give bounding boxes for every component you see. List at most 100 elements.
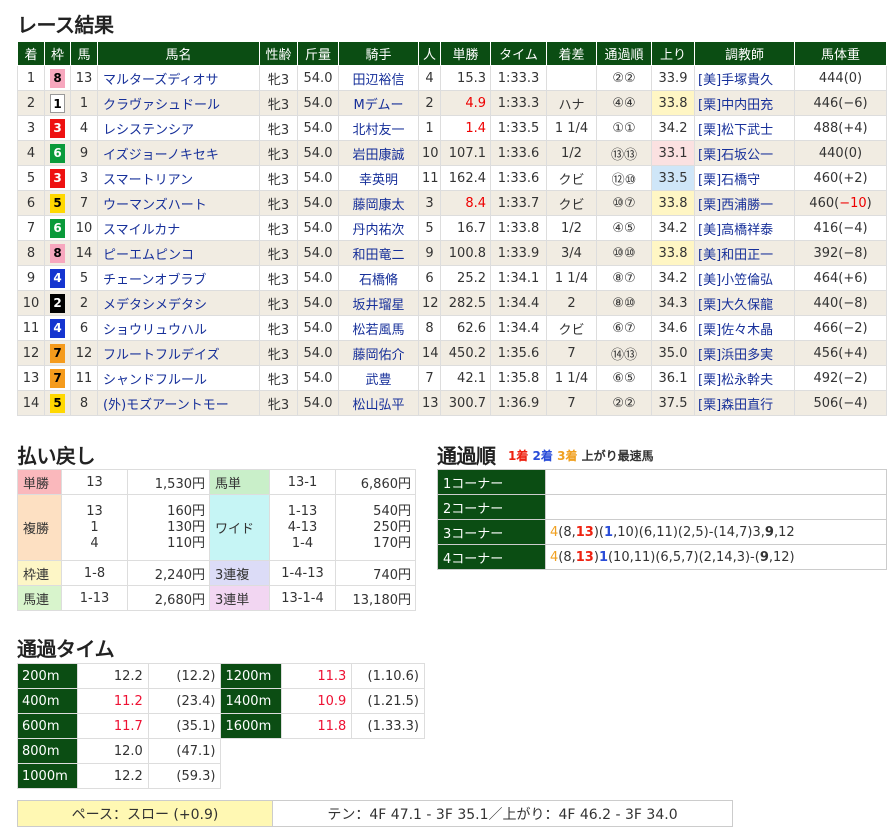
jockey-link[interactable]: 北村友一	[338, 115, 419, 141]
margin: 1/2	[546, 140, 597, 166]
jockey-link[interactable]: 岩田康誠	[338, 140, 419, 166]
trainer-link[interactable]: [栗]森田直行	[694, 390, 795, 416]
body-weight: 506(−4)	[794, 390, 887, 416]
waku-cell: 3	[44, 115, 71, 141]
horse-name-link[interactable]: スマートリアン	[97, 165, 260, 191]
horse-name-link[interactable]: スマイルカナ	[97, 215, 260, 241]
trainer-link[interactable]: [栗]石橋守	[694, 165, 795, 191]
corner-label: 4コーナー	[437, 544, 546, 570]
horse-name-link[interactable]: レシステンシア	[97, 115, 260, 141]
body-weight: 460(−10)	[794, 190, 887, 216]
body-weight: 466(−2)	[794, 315, 887, 341]
trainer-link[interactable]: [栗]佐々木晶	[694, 315, 795, 341]
umatan-yen: 6,860円	[335, 469, 416, 495]
results-table: 着枠馬馬名 性齢 斤量 騎手人単勝 タイム 着差 通過順 上り 調教師 馬体重 1 8 13 マルターズ…	[17, 41, 887, 416]
jockey-link[interactable]: 丹内祐次	[338, 215, 419, 241]
passing-order: ①①	[596, 115, 652, 141]
popularity: 12	[418, 290, 441, 316]
horse-name-link[interactable]: マルターズディオサ	[97, 65, 260, 91]
jockey-link[interactable]: 石橋脩	[338, 265, 419, 291]
last-3f: 34.2	[651, 215, 695, 241]
waku-badge: 3	[50, 118, 65, 138]
lap-split: 12.0	[77, 738, 149, 764]
horse-name-link[interactable]: メデタシメデタシ	[97, 290, 260, 316]
sex-age: 牝3	[259, 365, 298, 391]
horse-name-link[interactable]: シャンドフルール	[97, 365, 260, 391]
horse-name-link[interactable]: ウーマンズハート	[97, 190, 260, 216]
trainer-link[interactable]: [美]手塚貴久	[694, 65, 795, 91]
horse-name-link[interactable]: チェーンオブラブ	[97, 265, 260, 291]
lap-split: 12.2	[77, 663, 149, 689]
horse-number: 9	[70, 140, 98, 166]
legend-third: 3着	[557, 449, 578, 463]
body-weight: 460(+2)	[794, 165, 887, 191]
fukusho-label: 複勝	[17, 494, 62, 561]
horse-name-link[interactable]: ピーエムピンコ	[97, 240, 260, 266]
horse-name-link[interactable]: フルートフルデイズ	[97, 340, 260, 366]
lap-split: 10.9	[280, 688, 353, 714]
horse-name-link[interactable]: クラヴァシュドール	[97, 90, 260, 116]
trainer-link[interactable]: [栗]松下武士	[694, 115, 795, 141]
last-3f: 36.1	[651, 365, 695, 391]
trainer-link[interactable]: [栗]石坂公一	[694, 140, 795, 166]
lap-split: 11.8	[280, 713, 353, 739]
carried-weight: 54.0	[297, 115, 339, 141]
body-weight: 444(0)	[794, 65, 887, 91]
umaren-num: 1-13	[61, 585, 128, 611]
waku-badge: 3	[50, 168, 65, 188]
jockey-link[interactable]: Mデムー	[338, 90, 419, 116]
jockey-link[interactable]: 藤岡康太	[338, 190, 419, 216]
corner-label: 2コーナー	[437, 494, 546, 520]
trainer-link[interactable]: [栗]西浦勝一	[694, 190, 795, 216]
jockey-link[interactable]: 幸英明	[338, 165, 419, 191]
jockey-link[interactable]: 田辺裕信	[338, 65, 419, 91]
last-3f: 33.1	[651, 140, 695, 166]
trainer-link[interactable]: [美]和田正一	[694, 240, 795, 266]
corner-row: 3コーナー 4(8,13)(1,10)(6,11)(2,5)-(14,7)3,9,…	[437, 519, 887, 545]
trainer-link[interactable]: [美]小笠倫弘	[694, 265, 795, 291]
finish-position: 12	[17, 340, 45, 366]
table-row: 9 4 5 チェーンオブラブ 牝3 54.0 石橋脩 6 25.2 1:34.1 1 1/4 ⑧⑦ 34…	[17, 265, 887, 291]
body-weight-change: −10	[839, 195, 867, 211]
trainer-link[interactable]: [栗]大久保龍	[694, 290, 795, 316]
finish-time: 1:34.1	[490, 265, 547, 291]
horse-name-link[interactable]: (外)モズアーントモー	[97, 390, 260, 416]
lap-times-table: 200m 12.2 (12.2) 1200m 11.3 (1.10.6) 400m 11.2(…	[16, 663, 425, 789]
jockey-link[interactable]: 松山弘平	[338, 390, 419, 416]
wide-yen: 250円	[373, 519, 411, 535]
trainer-link[interactable]: [栗]浜田多実	[694, 340, 795, 366]
sex-age: 牝3	[259, 190, 298, 216]
margin: ハナ	[546, 90, 597, 116]
popularity: 11	[418, 165, 441, 191]
jockey-link[interactable]: 武豊	[338, 365, 419, 391]
horse-number: 5	[70, 265, 98, 291]
carried-weight: 54.0	[297, 65, 339, 91]
results-header-cell: 枠	[44, 41, 71, 66]
horse-name-link[interactable]: ショウリュウハル	[97, 315, 260, 341]
corner-label: 1コーナー	[437, 469, 546, 495]
table-row: 5 3 3 スマートリアン 牝3 54.0 幸英明 11 162.4 1:33.6 クビ ⑫⑩ 33.5…	[17, 165, 887, 191]
results-header-cell: 斤量	[297, 41, 339, 66]
finish-time: 1:36.9	[490, 390, 547, 416]
lap-row: 400m 11.2 (23.4) 1400m 10.9 (1.21.5)	[16, 688, 425, 714]
pace-table: ペース：スロー (+0.9) テン：4F 47.1 - 3F 35.1／上がり：…	[17, 800, 733, 827]
win-odds: 16.7	[440, 215, 491, 241]
horse-number: 12	[70, 340, 98, 366]
win-odds: 107.1	[440, 140, 491, 166]
trainer-link[interactable]: [美]高橋祥泰	[694, 215, 795, 241]
waku-badge: 8	[50, 243, 65, 263]
trainer-link[interactable]: [栗]松永幹夫	[694, 365, 795, 391]
lap-row: 600m 11.7 (35.1) 1600m 11.8 (1.33.3)	[16, 713, 425, 739]
jockey-link[interactable]: 藤岡佑介	[338, 340, 419, 366]
trainer-link[interactable]: [栗]中内田充	[694, 90, 795, 116]
jockey-link[interactable]: 松若風馬	[338, 315, 419, 341]
waku-badge: 4	[50, 318, 65, 338]
legend-fastest: 上がり最速馬	[581, 449, 654, 463]
horse-name-link[interactable]: イズジョーノキセキ	[97, 140, 260, 166]
jockey-link[interactable]: 和田竜二	[338, 240, 419, 266]
table-row: 3 3 4 レシステンシア 牝3 54.0 北村友一 1 1.4 1:33.5 1 1/4 ①① 34.…	[17, 115, 887, 141]
jockey-link[interactable]: 坂井瑠星	[338, 290, 419, 316]
finish-time: 1:33.3	[490, 65, 547, 91]
fukusho-yen: 160円	[167, 503, 205, 519]
waku-cell: 4	[44, 265, 71, 291]
